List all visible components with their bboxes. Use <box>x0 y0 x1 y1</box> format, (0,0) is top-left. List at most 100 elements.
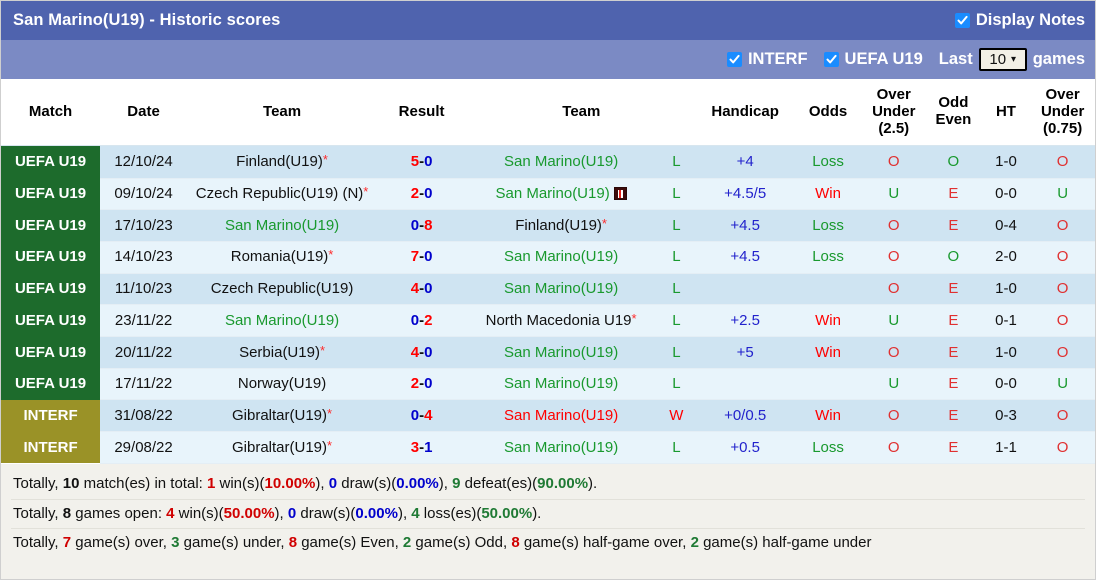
away-team-cell[interactable]: San Marino(U19) <box>466 178 656 210</box>
win-loss-indicator: L <box>656 305 696 337</box>
away-team-cell[interactable]: San Marino(U19) <box>466 241 656 273</box>
table-row[interactable]: UEFA U1912/10/24Finland(U19)*5-0San Mari… <box>1 146 1095 178</box>
home-team-cell[interactable]: Czech Republic(U19) (N)* <box>187 178 377 210</box>
home-team-star-icon: * <box>328 247 333 262</box>
competition-badge: UEFA U19 <box>1 241 100 273</box>
home-team-cell[interactable]: San Marino(U19) <box>187 210 377 242</box>
table-row[interactable]: UEFA U1917/11/22Norway(U19)2-0San Marino… <box>1 368 1095 400</box>
away-team-cell[interactable]: San Marino(U19) <box>466 337 656 369</box>
over-under-075-value: O <box>1030 241 1095 273</box>
last-games-control[interactable]: Last 10 ▾ games <box>939 48 1085 71</box>
display-notes-control[interactable]: Display Notes <box>955 11 1085 30</box>
table-row[interactable]: INTERF31/08/22Gibraltar(U19)*0-4San Mari… <box>1 400 1095 432</box>
odd-even-value: E <box>925 400 982 432</box>
over-under-075-value: O <box>1030 305 1095 337</box>
win-loss-indicator: L <box>656 368 696 400</box>
over-under-075-value: U <box>1030 368 1095 400</box>
last-games-select[interactable]: 10 ▾ <box>979 48 1027 71</box>
away-team-name: Finland(U19) <box>515 217 602 234</box>
score-home: 0 <box>411 312 419 329</box>
competition-badge: INTERF <box>1 432 100 464</box>
home-team-cell[interactable]: Serbia(U19)* <box>187 337 377 369</box>
table-row[interactable]: UEFA U1911/10/23Czech Republic(U19)4-0Sa… <box>1 273 1095 305</box>
s2-losses-pct: 50.00% <box>481 505 532 522</box>
competition-badge: UEFA U19 <box>1 178 100 210</box>
interf-filter[interactable]: INTERF <box>727 50 808 69</box>
page-title: San Marino(U19) - Historic scores <box>13 11 939 30</box>
competition-badge-cell[interactable]: UEFA U19 <box>1 337 100 369</box>
display-notes-checkbox[interactable] <box>955 13 970 28</box>
home-team-cell[interactable]: Gibraltar(U19)* <box>187 432 377 464</box>
match-score: 4-0 <box>377 337 466 369</box>
s2-t3: win(s)( <box>175 505 224 522</box>
s3-t5: game(s) Odd, <box>411 534 511 551</box>
competition-badge-cell[interactable]: UEFA U19 <box>1 178 100 210</box>
home-team-cell[interactable]: Romania(U19)* <box>187 241 377 273</box>
match-date: 17/11/22 <box>100 368 187 400</box>
competition-badge-cell[interactable]: UEFA U19 <box>1 368 100 400</box>
s1-t2: match(es) in total: <box>79 475 207 492</box>
match-date: 09/10/24 <box>100 178 187 210</box>
odds-result: Win <box>794 400 863 432</box>
col-odds: Odds <box>794 79 863 146</box>
table-row[interactable]: UEFA U1923/11/22 San Marino(U19) 0-2North … <box>1 305 1095 337</box>
score-home: 2 <box>411 375 419 392</box>
uefa-checkbox[interactable] <box>824 52 839 67</box>
odd-even-value: O <box>925 146 982 178</box>
away-team-cell[interactable]: San Marino(U19) <box>466 273 656 305</box>
competition-badge: UEFA U19 <box>1 273 100 305</box>
table-row[interactable]: UEFA U1917/10/23San Marino(U19)0-8Finlan… <box>1 210 1095 242</box>
competition-badge-cell[interactable]: UEFA U19 <box>1 146 100 178</box>
home-team-cell[interactable]: Finland(U19)* <box>187 146 377 178</box>
col-date: Date <box>100 79 187 146</box>
interf-checkbox[interactable] <box>727 52 742 67</box>
odds-result: Win <box>794 337 863 369</box>
table-body: UEFA U1912/10/24Finland(U19)*5-0San Mari… <box>1 146 1095 463</box>
match-date: 23/11/22 <box>100 305 187 337</box>
match-score: 0-2 <box>377 305 466 337</box>
home-team-cell[interactable]: Norway(U19) <box>187 368 377 400</box>
score-home: 7 <box>411 248 419 265</box>
table-row[interactable]: UEFA U1920/11/22Serbia(U19)*4-0San Marin… <box>1 337 1095 369</box>
competition-badge-cell[interactable]: INTERF <box>1 432 100 464</box>
competition-badge-cell[interactable]: UEFA U19 <box>1 273 100 305</box>
match-date: 14/10/23 <box>100 241 187 273</box>
score-away: 8 <box>424 217 432 234</box>
games-label: games <box>1033 50 1085 69</box>
away-team-cell[interactable]: San Marino(U19) <box>466 146 656 178</box>
table-row[interactable]: UEFA U1914/10/23Romania(U19)*7-0San Mari… <box>1 241 1095 273</box>
uefa-filter[interactable]: UEFA U19 <box>824 50 923 69</box>
odds-result: Loss <box>794 146 863 178</box>
score-home: 0 <box>411 217 419 234</box>
historic-scores-table: Match Date Team Result Team Handicap Odd… <box>1 79 1095 464</box>
s1-draws: 0 <box>329 475 337 492</box>
over-under-25-value: O <box>862 273 925 305</box>
score-away: 0 <box>424 153 432 170</box>
ou25-line2: Under <box>872 103 915 120</box>
home-team-cell[interactable]: Gibraltar(U19)* <box>187 400 377 432</box>
away-team-cell[interactable]: San Marino(U19) <box>466 400 656 432</box>
half-time-score: 1-0 <box>982 337 1031 369</box>
home-team-star-icon: * <box>363 184 368 199</box>
competition-badge-cell[interactable]: UEFA U19 <box>1 210 100 242</box>
table-header-row: Match Date Team Result Team Handicap Odd… <box>1 79 1095 146</box>
over-under-25-value: O <box>862 241 925 273</box>
home-team-cell[interactable]: Czech Republic(U19) <box>187 273 377 305</box>
s3-t3: game(s) under, <box>179 534 288 551</box>
competition-badge-cell[interactable]: UEFA U19 <box>1 305 100 337</box>
home-team-name: San Marino(U19) <box>225 312 339 329</box>
home-team-cell[interactable]: San Marino(U19) <box>187 305 377 337</box>
away-team-name: San Marino(U19) <box>504 407 618 424</box>
competition-badge-cell[interactable]: INTERF <box>1 400 100 432</box>
table-row[interactable]: UEFA U1909/10/24Czech Republic(U19) (N)*… <box>1 178 1095 210</box>
win-loss-indicator: W <box>656 400 696 432</box>
table-row[interactable]: INTERF29/08/22Gibraltar(U19)*3-1San Mari… <box>1 432 1095 464</box>
away-team-cell[interactable]: North Macedonia U19* <box>466 305 656 337</box>
away-team-cell[interactable]: San Marino(U19) <box>466 368 656 400</box>
away-team-star-icon: * <box>632 311 637 326</box>
competition-badge-cell[interactable]: UEFA U19 <box>1 241 100 273</box>
away-team-cell[interactable]: Finland(U19)* <box>466 210 656 242</box>
filter-bar: INTERF UEFA U19 Last 10 ▾ games <box>1 40 1095 79</box>
away-team-cell[interactable]: San Marino(U19) <box>466 432 656 464</box>
handicap-value: +5 <box>697 337 794 369</box>
